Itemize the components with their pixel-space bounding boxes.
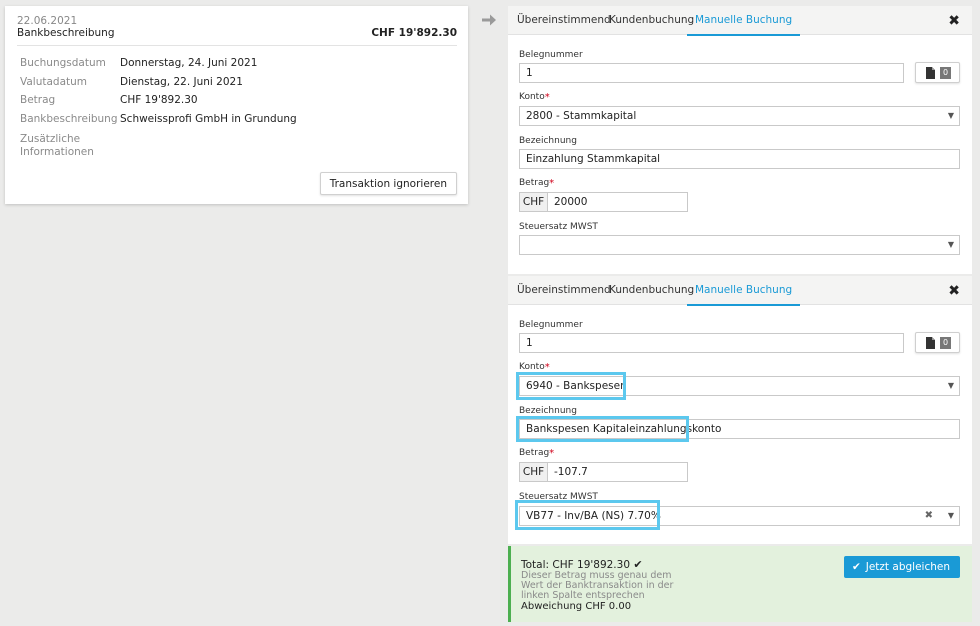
transaction-amount: CHF 19'892.30	[371, 27, 457, 39]
reconcile-now-label: Jetzt abgleichen	[865, 561, 950, 573]
mwst-value: VB77 - Inv/BA (NS) 7.70%	[526, 510, 661, 522]
betrag-label-text: Betrag	[519, 178, 550, 188]
caret-down-icon: ▼	[947, 240, 954, 249]
mwst-label: Steuersatz MWST	[519, 222, 598, 232]
beleg-label: Belegnummer	[519, 50, 583, 60]
detail-label: Valutadatum	[20, 76, 88, 88]
bezeichnung-input[interactable]	[519, 419, 960, 439]
check-icon: ✔	[851, 561, 861, 573]
mwst-select[interactable]: ▼	[519, 235, 960, 255]
tab-manuelle-buchung[interactable]: Manuelle Buchung	[686, 276, 801, 306]
betrag-value: -107.7	[554, 466, 588, 478]
document-count-badge: 0	[940, 67, 951, 79]
close-icon[interactable]: ✖	[948, 13, 960, 29]
required-marker: *	[549, 448, 555, 459]
konto-value: 6940 - Bankspesen	[526, 380, 627, 392]
detail-label: Buchungsdatum	[20, 57, 106, 69]
arrow-right-icon	[482, 14, 496, 26]
difference-value: CHF 0.00	[585, 601, 632, 612]
betrag-input[interactable]: CHF 20000	[519, 192, 688, 212]
konto-label-text: Konto	[519, 92, 545, 102]
difference-line: Abweichung CHF 0.00	[521, 601, 631, 612]
konto-label-text: Konto	[519, 362, 545, 372]
reconcile-now-button[interactable]: ✔ Jetzt abgleichen	[843, 556, 960, 578]
currency-addon: CHF	[520, 463, 548, 481]
detail-value: Schweissprofi GmbH in Grundung	[120, 113, 297, 125]
transaction-date: 22.06.2021	[17, 15, 78, 27]
bezeichnung-label: Bezeichnung	[519, 136, 577, 146]
betrag-label: Betrag*	[519, 178, 554, 189]
booking-panel-2: Übereinstimmend Kundenbuchung Manuelle B…	[508, 276, 972, 544]
detail-label: Bankbeschreibung	[20, 113, 118, 125]
total-note: Dieser Betrag muss genau dem Wert der Ba…	[521, 570, 674, 601]
document-icon	[926, 67, 935, 79]
konto-label: Konto*	[519, 92, 550, 103]
betrag-value: 20000	[554, 196, 588, 208]
beleg-input[interactable]	[519, 63, 904, 83]
caret-down-icon: ▼	[947, 111, 954, 120]
booking-panel-1: Übereinstimmend Kundenbuchung Manuelle B…	[508, 6, 972, 274]
beleg-input[interactable]	[519, 333, 904, 353]
tab-bar: Übereinstimmend Kundenbuchung Manuelle B…	[508, 6, 972, 36]
currency-addon: CHF	[520, 193, 548, 211]
caret-down-icon: ▼	[947, 381, 954, 390]
reconcile-summary: Total: CHF 19'892.30 ✔ Dieser Betrag mus…	[508, 546, 972, 622]
detail-value: CHF 19'892.30	[120, 94, 198, 106]
beleg-label: Belegnummer	[519, 320, 583, 330]
mwst-label: Steuersatz MWST	[519, 492, 598, 502]
document-count-badge: 0	[940, 337, 951, 349]
document-button[interactable]: 0	[915, 62, 960, 83]
betrag-input[interactable]: CHF -107.7	[519, 462, 688, 482]
ignore-transaction-button[interactable]: Transaktion ignorieren	[319, 172, 457, 195]
document-icon	[926, 337, 935, 349]
bezeichnung-input[interactable]	[519, 149, 960, 169]
betrag-label-text: Betrag	[519, 448, 550, 458]
konto-select[interactable]: 6940 - Bankspesen ▼	[519, 376, 960, 396]
document-button[interactable]: 0	[915, 332, 960, 353]
detail-value: Donnerstag, 24. Juni 2021	[120, 57, 258, 69]
difference-label: Abweichung	[521, 601, 583, 612]
caret-down-icon: ▼	[947, 511, 954, 520]
detail-label: Betrag	[20, 94, 56, 106]
transaction-card: 22.06.2021 Bankbeschreibung CHF 19'892.3…	[5, 6, 468, 204]
transaction-title: Bankbeschreibung	[17, 27, 115, 39]
close-icon[interactable]: ✖	[948, 283, 960, 299]
konto-value: 2800 - Stammkapital	[526, 110, 637, 122]
clear-icon[interactable]: ✖	[925, 507, 933, 525]
mwst-select[interactable]: VB77 - Inv/BA (NS) 7.70% ✖ ▼	[519, 506, 960, 526]
bezeichnung-label: Bezeichnung	[519, 406, 577, 416]
tab-uebereinstimmend[interactable]: Übereinstimmend	[517, 6, 611, 35]
required-marker: *	[549, 178, 555, 189]
tab-kundenbuchung[interactable]: Kundenbuchung	[609, 276, 694, 305]
required-marker: *	[544, 362, 550, 373]
betrag-label: Betrag*	[519, 448, 554, 459]
tab-uebereinstimmend[interactable]: Übereinstimmend	[517, 276, 611, 305]
detail-label: Zusätzliche Informationen	[20, 133, 94, 158]
konto-label: Konto*	[519, 362, 550, 373]
detail-value: Dienstag, 22. Juni 2021	[120, 76, 243, 88]
konto-select[interactable]: 2800 - Stammkapital ▼	[519, 106, 960, 126]
divider	[17, 45, 457, 46]
required-marker: *	[544, 92, 550, 103]
tab-bar: Übereinstimmend Kundenbuchung Manuelle B…	[508, 276, 972, 306]
tab-kundenbuchung[interactable]: Kundenbuchung	[609, 6, 694, 35]
tab-manuelle-buchung[interactable]: Manuelle Buchung	[686, 6, 801, 36]
